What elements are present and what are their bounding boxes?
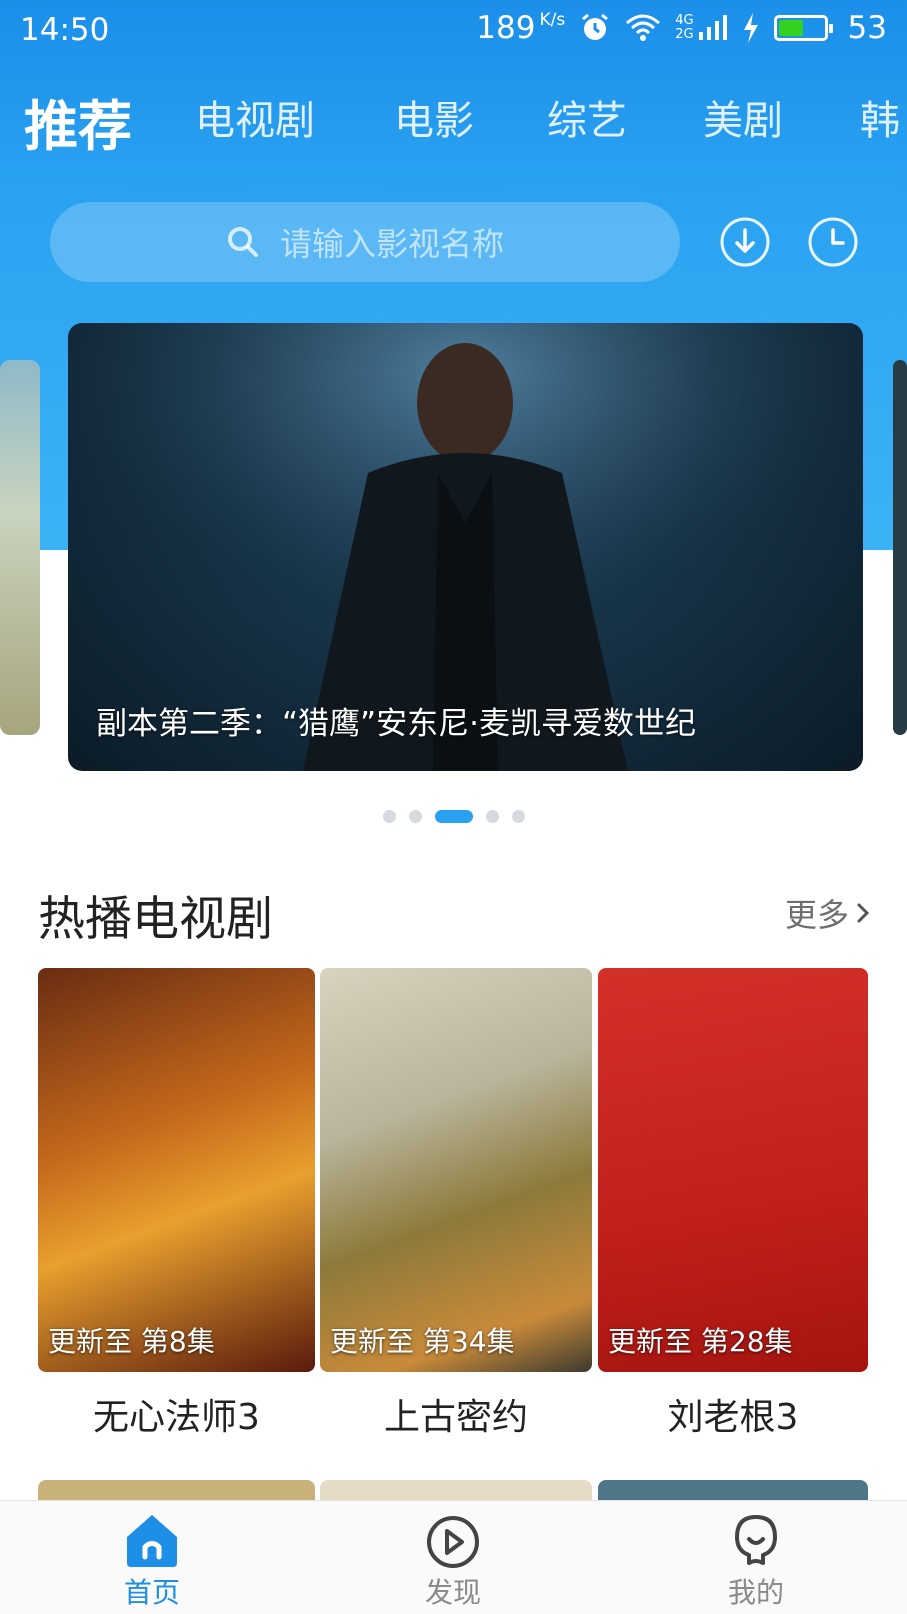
alarm-icon [582,13,609,40]
history-clock-icon[interactable] [806,215,860,269]
episode-update-label: 更新至 第8集 [48,1325,215,1358]
network-speed: 189 K/s [476,10,565,46]
more-label: 更多 [784,896,849,934]
banner-slide[interactable]: 副本第二季：“猎鹰”安东尼·麦凯寻爱数世纪 [68,323,863,771]
profile-icon [735,1515,777,1565]
tab-us-series[interactable]: 美剧 [703,88,783,146]
wifi-icon [626,14,661,41]
status-bar: 14:50 189 K/s 4G 2G 53 [0,0,907,64]
banner-next-peek[interactable] [893,360,907,735]
cellular-signal-icon: 4G 2G [675,14,727,42]
bottom-navigation: 首页 发现 我的 [0,1500,907,1614]
show-card-poster[interactable]: 更新至 第8集 [38,968,315,1372]
show-card-poster[interactable]: 更新至 第34集 [320,968,592,1372]
show-title[interactable]: 刘老根3 [598,1388,868,1440]
search-placeholder: 请输入影视名称 [279,225,504,263]
tab-variety[interactable]: 综艺 [547,88,627,146]
show-title[interactable]: 上古密约 [320,1388,592,1440]
search-icon [227,227,258,257]
carousel-dot-active[interactable] [434,810,473,823]
episode-update-label: 更新至 第28集 [608,1325,793,1358]
carousel-dot[interactable] [511,810,525,823]
tab-recommend[interactable]: 推荐 [24,82,132,152]
signal-4g-label: 4G [675,13,694,28]
show-card-poster[interactable]: 更新至 第28集 [598,968,868,1372]
banner-prev-peek[interactable] [0,360,40,735]
nav-discover-label: 发现 [424,1576,481,1609]
battery-level: 53 [847,10,887,46]
tab-movies[interactable]: 电影 [394,88,474,146]
more-button[interactable]: 更多 [785,890,871,936]
nav-home-label: 首页 [123,1576,180,1609]
home-icon [127,1515,177,1567]
nav-discover[interactable]: 发现 [393,1511,513,1611]
charging-icon [743,13,758,43]
carousel-dot[interactable] [408,810,422,823]
tab-tv-series[interactable]: 电视剧 [195,88,315,146]
signal-2g-label: 2G [675,27,694,42]
nav-profile[interactable]: 我的 [696,1511,816,1611]
tab-korean[interactable]: 韩 [860,88,900,146]
show-title[interactable]: 无心法师3 [38,1388,315,1440]
nav-home[interactable]: 首页 [92,1511,212,1611]
play-circle-icon [427,1516,479,1568]
carousel-indicator [0,810,907,823]
search-input[interactable]: 请输入影视名称 [50,202,680,282]
chevron-right-icon [857,903,870,923]
episode-update-label: 更新至 第34集 [330,1325,515,1358]
section-title: 热播电视剧 [38,892,273,947]
carousel-dot[interactable] [485,810,499,823]
battery-icon [773,15,833,41]
category-tabs: 推荐 电视剧 电影 综艺 美剧 韩 [0,82,907,152]
download-icon[interactable] [718,215,772,269]
nav-profile-label: 我的 [727,1576,784,1609]
network-speed-value: 189 [476,10,536,46]
carousel-dot[interactable] [382,810,396,823]
network-speed-unit: K/s [539,10,566,30]
banner-caption: 副本第二季：“猎鹰”安东尼·麦凯寻爱数世纪 [96,706,696,742]
status-time: 14:50 [20,12,110,48]
